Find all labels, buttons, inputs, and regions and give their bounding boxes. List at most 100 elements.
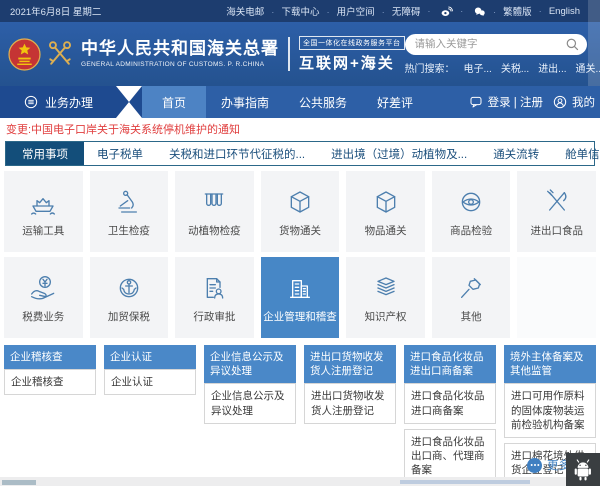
subsection-header[interactable]: 境外主体备案及其他监管	[504, 345, 596, 383]
microscope-icon	[112, 186, 146, 218]
android-overlay-button[interactable]	[566, 453, 600, 486]
nav-tab-rating[interactable]: 好差评	[362, 86, 428, 118]
hand-coin-icon	[26, 272, 60, 304]
category-tab-bar: 常用事项 电子税单 关税和进口环节代征税的... 进出境（过境）动植物及... …	[5, 141, 595, 166]
link-accessibility[interactable]: 无障碍	[382, 4, 421, 18]
service-tile-enterprise-management[interactable]: 企业管理和稽查	[261, 257, 340, 338]
service-grid: 运输工具 卫生检疫 动植物检疫	[4, 171, 596, 338]
service-tile-bonded-trade[interactable]: 加贸保税	[90, 257, 169, 338]
anchor-icon	[112, 272, 146, 304]
nav-tab-guide[interactable]: 办事指南	[206, 86, 284, 118]
more-button[interactable]: 更多	[527, 457, 570, 473]
notice-link[interactable]: 变更:中国电子口岸关于海关系统停机维护的通知	[6, 121, 240, 137]
service-tile-transport[interactable]: 运输工具	[4, 171, 83, 252]
org-title-block: 中华人民共和国海关总署 GENERAL ADMINISTRATION OF CU…	[81, 40, 279, 68]
books-icon	[369, 272, 403, 304]
android-robot-icon	[570, 457, 596, 483]
business-menu-label: 业务办理	[45, 94, 93, 111]
link-download-center[interactable]: 下载中心	[271, 4, 319, 18]
service-tile-animal-plant-quarantine[interactable]: 动植物检疫	[175, 171, 254, 252]
subsection-item[interactable]: 企业信息公示及异议处理	[204, 383, 296, 423]
wechat-icon[interactable]	[460, 5, 486, 18]
service-tile-label: 其他	[461, 309, 482, 324]
subsection-header[interactable]: 进出口货物收发货人注册登记	[304, 345, 396, 383]
hot-search-item[interactable]: 关税...	[501, 60, 529, 75]
service-tile-label: 税费业务	[22, 309, 64, 324]
hot-search-item[interactable]: 进出...	[538, 60, 566, 75]
top-utility-bar: 2021年6月8日 星期二 海关电邮 下载中心 用户空间 无障碍	[0, 0, 600, 22]
my-account-button[interactable]: 我的	[552, 94, 595, 110]
weibo-icon[interactable]	[427, 5, 453, 18]
lang-traditional[interactable]: 繁體版	[493, 4, 532, 18]
bottom-cutoff-strip	[0, 477, 600, 486]
search-input[interactable]	[405, 34, 587, 55]
notice-bar: 变更:中国电子口岸关于海关系统停机维护的通知	[0, 118, 600, 140]
subsection-header[interactable]: 企业稽核查	[4, 345, 96, 369]
service-tile-empty	[517, 257, 596, 338]
scrollbar[interactable]	[588, 0, 600, 86]
service-tile-label: 动植物检疫	[188, 223, 241, 238]
service-tile-admin-approval[interactable]: 行政审批	[175, 257, 254, 338]
buildings-icon	[283, 272, 317, 304]
platform-name: 互联网+海关	[299, 52, 395, 73]
search-icon[interactable]	[565, 37, 580, 52]
service-tile-label: 运输工具	[22, 223, 64, 238]
service-tile-commodity-inspection[interactable]: 商品检验	[432, 171, 511, 252]
bowtie-decoration-icon	[116, 86, 142, 118]
service-tile-items-clearance[interactable]: 物品通关	[346, 171, 425, 252]
lang-english[interactable]: English	[539, 6, 580, 17]
link-user-space[interactable]: 用户空间	[326, 4, 374, 18]
service-tile-other[interactable]: 其他	[432, 257, 511, 338]
subsection-item[interactable]: 进口食品化妆品出口商、代理商备案	[404, 429, 496, 484]
link-customs-mail[interactable]: 海关电邮	[226, 4, 264, 18]
items-package-icon	[369, 186, 403, 218]
nav-account-area: 登录 | 注册 我的	[468, 86, 600, 118]
category-tab-animal-plant[interactable]: 进出境（过境）动植物及...	[318, 142, 480, 165]
service-tile-cargo-clearance[interactable]: 货物通关	[261, 171, 340, 252]
service-tile-label: 企业管理和稽查	[263, 309, 337, 324]
cutoff-content	[400, 480, 530, 484]
service-tile-tax-business[interactable]: 税费业务	[4, 257, 83, 338]
business-menu-button[interactable]: 业务办理	[0, 86, 116, 118]
approval-document-icon	[197, 272, 231, 304]
service-tile-health-quarantine[interactable]: 卫生检疫	[90, 171, 169, 252]
subsection-item[interactable]: 企业稽核查	[4, 369, 96, 395]
top-utility-links: 海关电邮 下载中心 用户空间 无障碍 繁體版	[226, 4, 590, 18]
category-tab-manifest[interactable]: 舱单信息	[552, 142, 600, 165]
hot-search-row: 热门搜索： 电子... 关税... 进出... 通关...	[405, 60, 600, 75]
subsection-item[interactable]: 进口可用作原料的固体废物装运前检验机构备案	[504, 383, 596, 438]
cargo-package-icon	[283, 186, 317, 218]
subsection-item[interactable]: 进出口货物收发货人注册登记	[304, 383, 396, 423]
category-tab-common[interactable]: 常用事项	[6, 142, 84, 165]
subsection-item[interactable]: 企业认证	[104, 369, 196, 395]
category-tab-etax[interactable]: 电子税单	[84, 142, 156, 165]
service-tile-intellectual-property[interactable]: 知识产权	[346, 257, 425, 338]
subsection-header[interactable]: 进口食品化妆品进出口商备案	[404, 345, 496, 383]
subsection-column-disclosure: 企业信息公示及异议处理 企业信息公示及异议处理	[204, 345, 296, 424]
service-tile-label: 物品通关	[365, 223, 407, 238]
test-tubes-icon	[197, 186, 231, 218]
category-tab-tariff[interactable]: 关税和进口环节代征税的...	[156, 142, 318, 165]
customs-portal-page: 2021年6月8日 星期二 海关电邮 下载中心 用户空间 无障碍	[0, 0, 600, 486]
inspection-eye-icon	[454, 186, 488, 218]
service-tile-food-import-export[interactable]: 进出口食品	[517, 171, 596, 252]
ellipsis-icon	[527, 458, 542, 473]
ellipsis-icon	[530, 463, 540, 467]
nav-tab-home[interactable]: 首页	[142, 86, 206, 118]
category-tab-clearance-flow[interactable]: 通关流转	[480, 142, 552, 165]
subsection-header[interactable]: 企业认证	[104, 345, 196, 369]
subsection-item[interactable]: 进口食品化妆品进口商备案	[404, 383, 496, 423]
subsection-column-audit: 企业稽核查 企业稽核查	[4, 345, 96, 395]
service-tile-label: 商品检验	[450, 223, 492, 238]
subsection-header[interactable]: 企业信息公示及异议处理	[204, 345, 296, 383]
header-search-area: 热门搜索： 电子... 关税... 进出... 通关...	[405, 34, 600, 75]
login-register-button[interactable]: 登录 | 注册	[468, 94, 543, 110]
service-tile-label: 加贸保税	[108, 309, 150, 324]
subsection-column-food-cosmetics: 进口食品化妆品进出口商备案 进口食品化妆品进口商备案 进口食品化妆品出口商、代理…	[404, 345, 496, 483]
crossed-keys-logo-icon	[45, 38, 75, 70]
service-tile-label: 卫生检疫	[108, 223, 150, 238]
main-nav: 业务办理 首页 办事指南 公共服务 好差评 登录 | 注册 我的	[0, 86, 600, 118]
nav-tab-public-service[interactable]: 公共服务	[284, 86, 362, 118]
hot-search-item[interactable]: 电子...	[464, 60, 492, 75]
search-box	[405, 34, 587, 55]
